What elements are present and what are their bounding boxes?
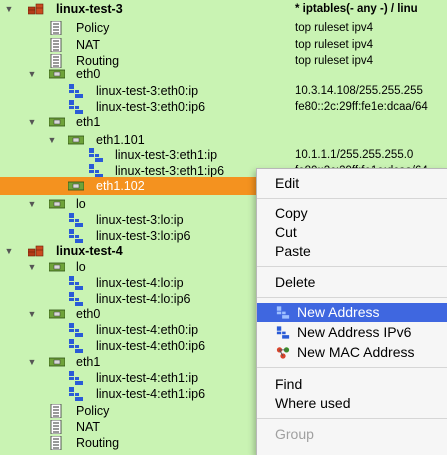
policy-icon: [50, 21, 62, 35]
tree-row-value: top ruleset ipv4: [295, 22, 373, 34]
address-icon: [89, 164, 103, 178]
menu-separator: [257, 266, 447, 267]
tree-row-label: eth0: [76, 67, 101, 81]
tree-row-policy[interactable]: Policy top ruleset ipv4: [0, 19, 447, 37]
interface-icon: [68, 181, 84, 191]
tree-row-label: Policy: [76, 21, 110, 35]
menu-item-new-mac-address[interactable]: New MAC Address: [257, 343, 447, 362]
expanded-arrow-icon[interactable]: ▼: [27, 113, 37, 131]
tree-row-label: eth1.102: [96, 179, 145, 193]
address-icon: [69, 276, 83, 290]
interface-icon: [49, 117, 65, 127]
policy-icon: [50, 404, 62, 418]
menu-separator: [257, 418, 447, 419]
menu-item-label: New Address IPv6: [297, 324, 412, 340]
expanded-arrow-icon[interactable]: ▼: [27, 65, 37, 83]
address-icon: [69, 323, 83, 337]
address-icon: [69, 229, 83, 243]
address-icon: [276, 326, 290, 339]
policy-icon: [50, 38, 62, 52]
interface-icon: [49, 262, 65, 272]
menu-item-edit[interactable]: Edit: [257, 174, 447, 193]
menu-item-label: Where used: [275, 395, 351, 411]
menu-item-group[interactable]: Group: [257, 425, 447, 444]
menu-item-new-address[interactable]: New Address: [257, 303, 447, 322]
menu-item-new-address-ipv6[interactable]: New Address IPv6: [257, 323, 447, 342]
menu-item-delete[interactable]: Delete: [257, 273, 447, 292]
tree-row-label: linux-test-3: [56, 2, 123, 16]
menu-separator: [257, 198, 447, 199]
menu-item-label: New Address: [297, 304, 380, 320]
address-icon: [69, 387, 83, 401]
menu-item-cut[interactable]: Cut: [257, 223, 447, 242]
interface-icon: [49, 199, 65, 209]
menu-item-label: New MAC Address: [297, 344, 415, 360]
menu-item-label: Find: [275, 376, 303, 392]
menu-item-label: Paste: [275, 243, 311, 259]
menu-item-label: Group: [275, 426, 314, 442]
menu-item-paste[interactable]: Paste: [257, 242, 447, 261]
tree-row-label: Routing: [76, 436, 120, 450]
menu-item-copy[interactable]: Copy: [257, 204, 447, 223]
interface-icon: [68, 135, 84, 145]
menu-item-find[interactable]: Find: [257, 375, 447, 394]
address-icon: [69, 339, 83, 353]
expanded-arrow-icon[interactable]: ▼: [4, 0, 14, 18]
tree-row-interface-eth1[interactable]: ▼ eth1: [0, 113, 447, 131]
interface-icon: [49, 357, 65, 367]
address-icon: [69, 84, 83, 98]
tree-row-label: eth1: [76, 115, 101, 129]
tree-row-interface-eth0[interactable]: ▼ eth0: [0, 65, 447, 83]
address-icon: [69, 100, 83, 114]
firewall-icon: [28, 3, 44, 15]
address-icon: [89, 148, 103, 162]
menu-separator: [257, 297, 447, 298]
policy-icon: [50, 420, 62, 434]
interface-icon: [49, 309, 65, 319]
interface-icon: [49, 69, 65, 79]
menu-item-label: Copy: [275, 205, 308, 221]
address-icon: [69, 292, 83, 306]
menu-item-where-used[interactable]: Where used: [257, 394, 447, 413]
address-icon: [276, 306, 290, 319]
tree-row-label: linux-test-4:eth1:ip6: [96, 387, 206, 401]
firewall-icon: [28, 245, 44, 257]
menu-item-label: Edit: [275, 175, 300, 191]
menu-item-label: Delete: [275, 274, 316, 290]
menu-separator: [257, 367, 447, 368]
tree-row-firewall-linux-test-3[interactable]: ▼ linux-test-3 * iptables(- any -) / lin…: [0, 0, 447, 18]
menu-item-label: Cut: [275, 224, 297, 240]
context-menu: Edit Copy Cut Paste Delete New Address N…: [256, 168, 447, 455]
mac-address-icon: [276, 347, 290, 359]
address-icon: [69, 371, 83, 385]
tree-row-value: * iptables(- any -) / linu: [295, 3, 418, 15]
policy-icon: [50, 436, 62, 450]
address-icon: [69, 213, 83, 227]
